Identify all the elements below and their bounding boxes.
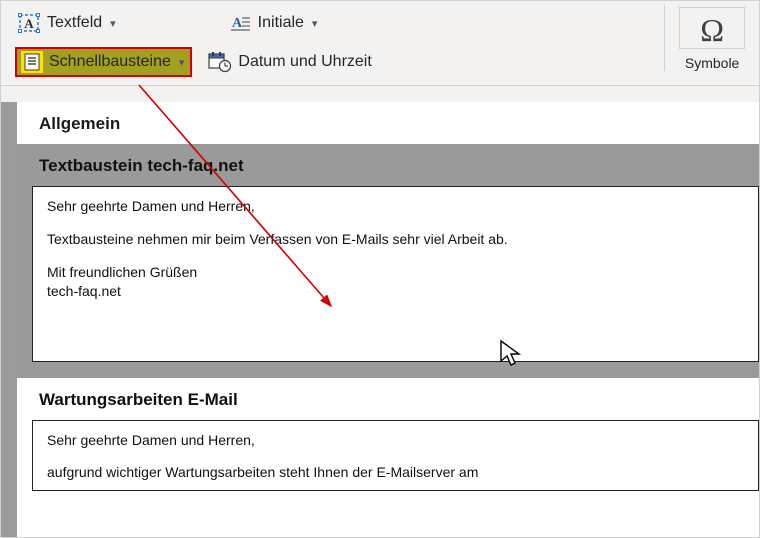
preview-text: Mit freundlichen Grüßen [47,264,197,280]
preview-line: aufgrund wichtiger Wartungsarbeiten steh… [47,463,744,482]
initiale-label: Initiale [258,14,304,32]
gallery-category-header: Allgemein [17,102,759,144]
textfeld-label: Textfeld [47,14,102,32]
schnellbausteine-button[interactable]: Schnellbausteine ▾ [15,47,192,77]
datum-uhrzeit-icon [208,50,232,74]
panel-left-strip [1,102,17,537]
chevron-down-icon: ▾ [110,17,116,30]
chevron-down-icon: ▾ [312,17,318,30]
initiale-button[interactable]: A Initiale ▾ [226,9,320,37]
preview-line: Sehr geehrte Damen und Herren, [47,431,744,450]
textfeld-button[interactable]: A Textfeld ▾ [15,9,118,37]
gallery-entry-title: Textbaustein tech-faq.net [17,144,759,186]
datum-uhrzeit-button[interactable]: Datum und Uhrzeit [206,48,373,76]
gallery-entry[interactable]: Textbaustein tech-faq.net Sehr geehrte D… [17,144,759,378]
datum-uhrzeit-label: Datum und Uhrzeit [238,53,371,71]
symbols-group: Ω Symbole [664,5,759,71]
svg-text:A: A [232,16,243,31]
chevron-down-icon: ▾ [179,56,185,69]
ribbon-row-2: Schnellbausteine ▾ Datum und Uhrzeit [5,45,755,79]
gallery-entry-preview: Sehr geehrte Damen und Herren, Textbaust… [32,186,759,362]
omega-icon: Ω [700,14,724,46]
schnellbausteine-icon [21,51,43,73]
quickparts-gallery: Allgemein Textbaustein tech-faq.net Sehr… [17,102,759,537]
ribbon-row-1: A Textfeld ▾ A Initia [5,7,755,39]
gallery-entry[interactable]: Wartungsarbeiten E-Mail Sehr geehrte Dam… [17,378,759,492]
preview-line: Textbausteine nehmen mir beim Verfassen … [47,230,744,249]
textfeld-icon: A [17,11,41,35]
gallery-entry-preview: Sehr geehrte Damen und Herren, aufgrund … [32,420,759,492]
preview-line: Mit freundlichen Grüßen tech-faq.net [47,263,744,301]
symbols-button[interactable]: Ω [679,7,745,49]
initiale-icon: A [228,11,252,35]
preview-line: Sehr geehrte Damen und Herren, [47,197,744,216]
gallery-entry-preview-wrap: Sehr geehrte Damen und Herren, Textbaust… [17,186,759,378]
symbols-group-label: Symbole [679,55,745,71]
svg-text:A: A [24,16,34,31]
schnellbausteine-label: Schnellbausteine [49,53,171,71]
ribbon: A Textfeld ▾ A Initia [1,1,759,86]
gallery-entry-title: Wartungsarbeiten E-Mail [17,378,759,420]
preview-text: tech-faq.net [47,283,121,299]
